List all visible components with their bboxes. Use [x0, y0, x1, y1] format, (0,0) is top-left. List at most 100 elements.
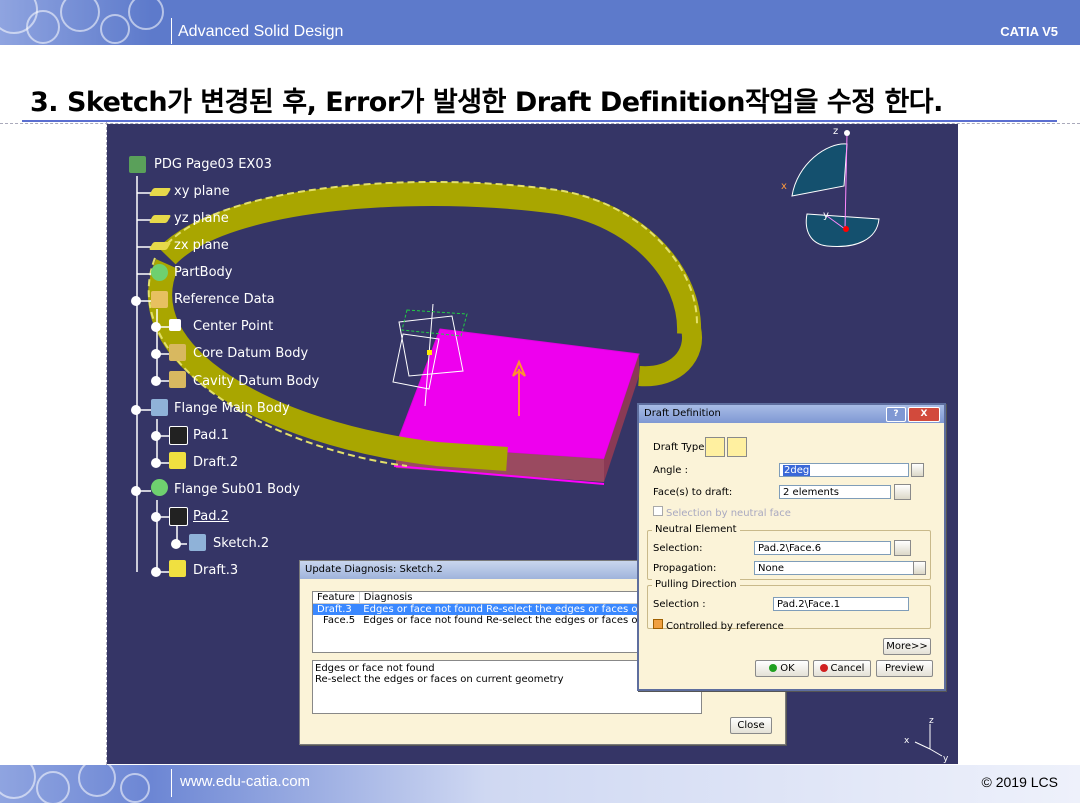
datum-body-icon	[169, 371, 186, 388]
tree-item-pad-1[interactable]: Pad.1	[193, 428, 229, 443]
propagation-dropdown-arrow[interactable]	[913, 561, 926, 575]
slide-heading: 3. Sketch가 변경된 후, Error가 발생한 Draft Defin…	[30, 87, 943, 118]
body-gear-icon	[151, 479, 168, 496]
tree-item-flange-sub01-body[interactable]: Flange Sub01 Body	[174, 482, 300, 497]
tree-item-partbody[interactable]: PartBody	[174, 265, 232, 280]
close-window-button[interactable]: X	[908, 407, 940, 422]
header-decoration	[0, 0, 165, 45]
partbody-gear-icon	[151, 264, 168, 281]
column-header-feature[interactable]: Feature	[313, 592, 360, 604]
draft-icon	[169, 560, 186, 577]
ok-button[interactable]: OK	[755, 660, 809, 677]
tree-root-label[interactable]: PDG Page03 EX03	[154, 157, 272, 172]
triad-x-label: x	[904, 736, 910, 746]
selection-neutral-label: Selection by neutral face	[666, 508, 791, 519]
table-row[interactable]: Face.5 Edges or face not found Re-select…	[313, 615, 643, 626]
tree-item-center-point[interactable]: Center Point	[193, 319, 273, 334]
expand-collapse-icon[interactable]	[151, 567, 161, 577]
propagation-label: Propagation:	[653, 563, 717, 574]
expand-collapse-icon[interactable]	[151, 431, 161, 441]
slide-header: Advanced Solid Design CATIA V5	[0, 0, 1080, 45]
angle-input[interactable]: 2deg	[779, 463, 909, 477]
draft-type-constant-icon[interactable]	[705, 437, 725, 457]
draft-type-variable-icon[interactable]	[727, 437, 747, 457]
tree-item-flange-main-body[interactable]: Flange Main Body	[174, 401, 290, 416]
update-diagnosis-title: Update Diagnosis: Sketch.2	[305, 564, 443, 575]
row-diagnosis[interactable]: Edges or face not found Re-select the ed…	[359, 604, 643, 615]
expand-collapse-icon[interactable]	[151, 349, 161, 359]
checkbox-box[interactable]	[653, 506, 663, 516]
tree-item-reference-data[interactable]: Reference Data	[174, 292, 275, 307]
draft-definition-title: Draft Definition	[644, 408, 721, 419]
header-separator	[171, 18, 172, 44]
footer-website: www.edu-catia.com	[180, 773, 311, 790]
angle-label: Angle :	[653, 465, 689, 476]
faces-to-draft-label: Face(s) to draft:	[653, 487, 733, 498]
expand-collapse-icon[interactable]	[131, 405, 141, 415]
propagation-select[interactable]: None	[754, 561, 926, 575]
part-root-icon[interactable]	[129, 156, 146, 173]
tree-item-xy-plane[interactable]: xy plane	[174, 184, 230, 199]
preview-button[interactable]: Preview	[876, 660, 933, 677]
diagnosis-table[interactable]: Feature Diagnosis Draft.3 Edges or face …	[312, 591, 644, 653]
triad-y-label: y	[943, 754, 949, 764]
expand-collapse-icon[interactable]	[151, 512, 161, 522]
neutral-selection-label: Selection:	[653, 543, 703, 554]
point-icon	[169, 319, 181, 331]
draft-definition-titlebar[interactable]: Draft Definition ? X	[639, 405, 944, 423]
help-button[interactable]: ?	[886, 407, 906, 422]
tree-item-cavity-datum-body[interactable]: Cavity Datum Body	[193, 374, 319, 389]
tree-item-yz-plane[interactable]: yz plane	[174, 211, 229, 226]
tree-item-pad-2[interactable]: Pad.2	[193, 509, 229, 524]
controlled-by-reference-label: Controlled by reference	[666, 621, 784, 632]
datum-body-icon	[169, 344, 186, 361]
catia-viewport[interactable]: PDG Page03 EX03 xy plane yz plane zx pla…	[107, 124, 958, 764]
controlled-by-reference-checkbox[interactable]: Controlled by reference	[653, 619, 784, 632]
pulling-selection-label: Selection :	[653, 599, 706, 610]
pad-icon	[169, 507, 188, 526]
row-diagnosis[interactable]: Edges or face not found Re-select the ed…	[359, 615, 643, 626]
tree-item-zx-plane[interactable]: zx plane	[174, 238, 229, 253]
expand-collapse-icon[interactable]	[151, 458, 161, 468]
expand-collapse-icon[interactable]	[171, 539, 181, 549]
tree-item-draft-3[interactable]: Draft.3	[193, 563, 238, 578]
tree-item-core-datum-body[interactable]: Core Datum Body	[193, 346, 308, 361]
faces-edit-list-icon[interactable]	[894, 484, 911, 500]
row-feature[interactable]: Face.5	[313, 615, 359, 626]
close-button[interactable]: Close	[730, 717, 772, 734]
compass-y-label: y	[823, 210, 829, 221]
tree-item-draft-2[interactable]: Draft.2	[193, 455, 238, 470]
expand-collapse-icon[interactable]	[131, 486, 141, 496]
more-button[interactable]: More>>	[883, 638, 931, 655]
neutral-element-group-title: Neutral Element	[652, 524, 740, 535]
expand-collapse-icon[interactable]	[151, 376, 161, 386]
compass-widget	[791, 130, 880, 248]
footer-separator	[171, 769, 172, 797]
column-header-diagnosis[interactable]: Diagnosis	[359, 592, 643, 604]
angle-input-value: 2deg	[783, 465, 811, 476]
neutral-edit-list-icon[interactable]	[894, 540, 911, 556]
cancel-label: Cancel	[830, 663, 865, 674]
table-row[interactable]: Draft.3 Edges or face not found Re-selec…	[313, 603, 643, 615]
slide-footer: www.edu-catia.com © 2019 LCS	[0, 765, 1080, 810]
triad-z-label: z	[929, 716, 934, 726]
cancel-button[interactable]: Cancel	[813, 660, 871, 677]
neutral-selection-input[interactable]: Pad.2\Face.6	[754, 541, 891, 555]
checkbox-box[interactable]	[653, 619, 663, 629]
heading-underline	[22, 120, 1057, 122]
cancel-icon	[819, 664, 828, 672]
block-top-face	[395, 328, 640, 460]
footer-decoration	[0, 765, 165, 803]
expand-collapse-icon[interactable]	[131, 296, 141, 306]
pulling-selection-input[interactable]: Pad.2\Face.1	[773, 597, 909, 611]
draft-definition-dialog[interactable]: Draft Definition ? X Draft Type: Angle :…	[637, 403, 946, 691]
angle-spinner[interactable]	[911, 463, 924, 477]
flange-ring-back	[158, 181, 702, 335]
expand-collapse-icon[interactable]	[151, 322, 161, 332]
header-title: Advanced Solid Design	[178, 23, 344, 40]
axis-triad	[914, 724, 943, 757]
tree-item-sketch-2[interactable]: Sketch.2	[213, 536, 269, 551]
row-feature[interactable]: Draft.3	[313, 604, 359, 615]
faces-to-draft-input[interactable]: 2 elements	[779, 485, 891, 499]
selection-neutral-checkbox[interactable]: Selection by neutral face	[653, 506, 791, 519]
